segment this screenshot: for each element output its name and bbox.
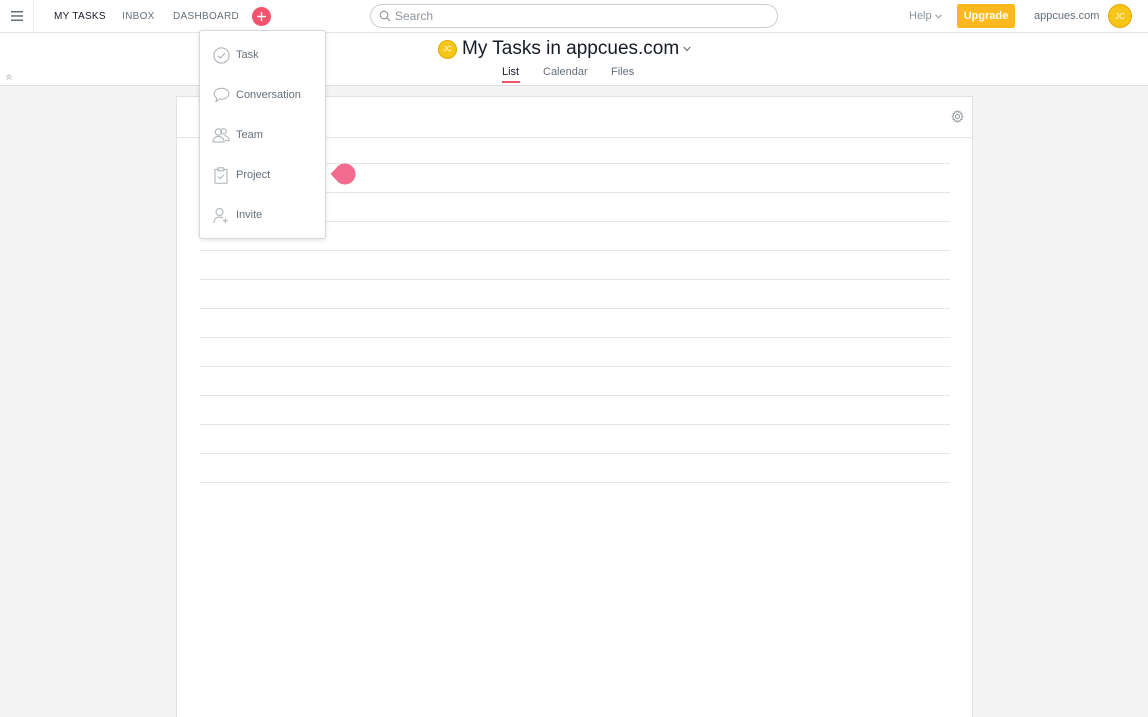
task-row[interactable] — [200, 395, 950, 424]
page-header: JC My Tasks in appcues.com List Calendar… — [0, 33, 1148, 86]
view-tabs: List Calendar Files — [0, 66, 1148, 86]
upgrade-button[interactable]: Upgrade — [957, 4, 1015, 28]
invite-user-icon — [212, 206, 230, 224]
top-bar: MY TASKS INBOX DASHBOARD Help Upgrade ap… — [0, 0, 1148, 33]
gear-icon — [951, 109, 964, 124]
plus-icon — [257, 12, 266, 21]
title-avatar: JC — [438, 39, 457, 59]
task-row[interactable] — [200, 424, 950, 453]
help-menu[interactable]: Help — [909, 10, 942, 22]
tab-calendar[interactable]: Calendar — [543, 66, 588, 78]
tab-list[interactable]: List — [502, 66, 519, 78]
task-row[interactable] — [200, 279, 950, 308]
workspace-name[interactable]: appcues.com — [1034, 10, 1099, 22]
help-label: Help — [909, 10, 932, 22]
active-tab-indicator — [502, 81, 520, 83]
menu-item-label: Task — [236, 49, 259, 61]
hamburger-menu-button[interactable] — [0, 0, 34, 32]
task-row[interactable] — [200, 366, 950, 395]
quick-add-button[interactable] — [252, 7, 271, 26]
chevron-down-icon — [934, 13, 942, 19]
avatar[interactable]: JC — [1108, 4, 1132, 28]
settings-button[interactable] — [951, 109, 964, 128]
nav-dashboard[interactable]: DASHBOARD — [173, 11, 239, 22]
menu-item-label: Invite — [236, 209, 263, 221]
quick-add-menu: Task Conversation Team Project Invite — [199, 30, 326, 239]
menu-item-conversation[interactable]: Conversation — [200, 80, 325, 110]
chevron-down-icon — [683, 46, 691, 52]
page-title: My Tasks in appcues.com — [462, 38, 680, 59]
search-bar[interactable] — [370, 4, 778, 28]
menu-item-task[interactable]: Task — [200, 40, 325, 70]
task-row[interactable] — [200, 482, 950, 483]
menu-item-project[interactable]: Project — [200, 160, 325, 190]
task-row[interactable] — [200, 308, 950, 337]
check-circle-icon — [212, 46, 230, 64]
task-row[interactable] — [200, 250, 950, 279]
menu-item-label: Conversation — [236, 89, 301, 101]
clipboard-icon — [212, 166, 230, 184]
speech-bubble-icon — [212, 86, 230, 104]
search-icon — [379, 10, 391, 22]
hamburger-icon — [10, 11, 23, 21]
menu-item-team[interactable]: Team — [200, 120, 325, 150]
tab-files[interactable]: Files — [611, 66, 634, 78]
nav-inbox[interactable]: INBOX — [122, 11, 155, 22]
menu-item-label: Team — [236, 129, 263, 141]
search-input[interactable] — [395, 9, 755, 23]
menu-item-label: Project — [236, 169, 271, 181]
page-title-row[interactable]: JC My Tasks in appcues.com — [438, 38, 691, 60]
nav-my-tasks[interactable]: MY TASKS — [54, 11, 106, 22]
task-row[interactable] — [200, 337, 950, 366]
task-row[interactable] — [200, 453, 950, 482]
tour-hotspot-beacon[interactable] — [330, 163, 356, 185]
menu-item-invite[interactable]: Invite — [200, 200, 325, 230]
team-icon — [212, 126, 230, 144]
